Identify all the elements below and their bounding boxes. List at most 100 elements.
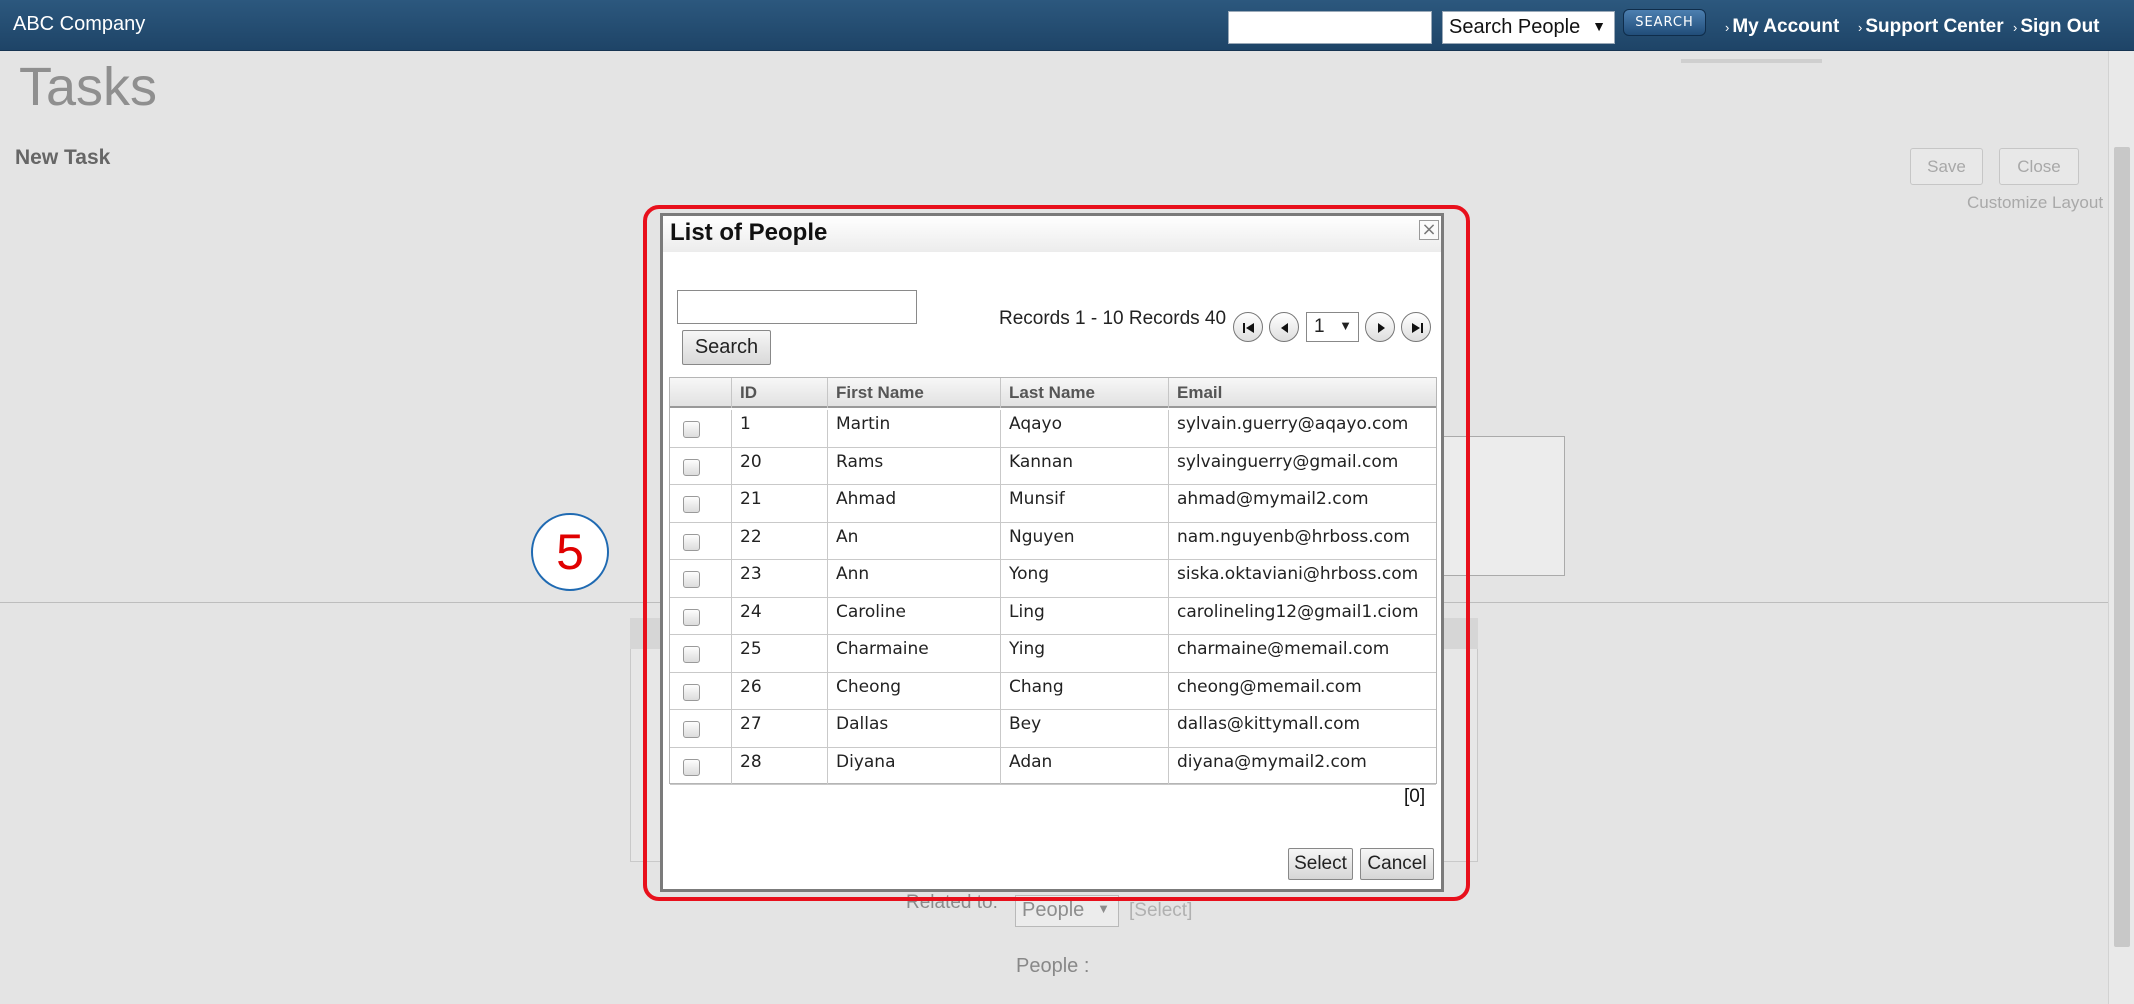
table-header: ID First Name Last Name Email [670,378,1436,408]
row-checkbox-cell [670,410,732,447]
people-label: People : [1016,955,1090,977]
first-page-icon[interactable] [1233,312,1263,342]
top-navigation-bar: ABC Company Search People ▼ SEARCH › My A… [0,0,2134,51]
page-title: Tasks [19,57,158,117]
related-select-link[interactable]: [Select] [1129,900,1192,922]
table-row[interactable]: 1 Martin Aqayo sylvain.guerry@aqayo.com [670,410,1436,448]
cell-id: 22 [732,522,828,560]
customize-layout-link[interactable]: Customize Layout [1967,193,2103,213]
cell-id: 20 [732,447,828,485]
chevron-right-icon: › [1725,20,1730,35]
row-checkbox-cell [670,560,732,597]
cell-first: Cheong [828,672,1001,710]
people-search-input[interactable] [677,290,917,324]
related-to-value: People [1022,899,1085,921]
cell-first: An [828,522,1001,560]
page-scrollbar[interactable] [2108,51,2134,1004]
global-search-input[interactable] [1228,11,1432,44]
next-page-icon[interactable] [1365,312,1395,342]
step-number-marker: 5 [531,513,609,591]
column-header-email[interactable]: Email [1169,378,1436,408]
column-header-first-name[interactable]: First Name [828,378,1001,408]
scrollbar-thumb[interactable] [2114,147,2130,947]
table-row[interactable]: 24 Caroline Ling carolineling12@gmail1.ciom [670,597,1436,635]
selected-count: [0] [1404,786,1426,807]
table-row[interactable]: 22 An Nguyen nam.nguyenb@hrboss.com [670,522,1436,560]
row-checkbox[interactable] [683,458,700,476]
select-button[interactable]: Select [1288,848,1353,880]
cell-first: Martin [828,410,1001,447]
table-row[interactable]: 21 Ahmad Munsif ahmad@mymail2.com [670,485,1436,523]
select-all-column[interactable] [670,378,732,408]
cell-email: carolineling12@gmail1.ciom [1177,601,1419,622]
cell-id: 23 [732,560,828,597]
column-header-id[interactable]: ID [732,378,828,408]
sign-out-link[interactable]: › Sign Out [2013,16,2100,38]
search-scope-select[interactable]: Search People ▼ [1442,11,1615,44]
row-checkbox[interactable] [683,683,700,701]
row-checkbox-cell [670,672,732,710]
company-name[interactable]: ABC Company [13,13,145,36]
table-row[interactable]: 28 Diyana Adan diyana@mymail2.com [670,747,1436,785]
row-checkbox[interactable] [683,571,700,588]
cell-email: cheong@memail.com [1177,676,1362,697]
cell-last: Kannan [1001,447,1169,485]
cell-email: dallas@kittymall.com [1177,714,1361,734]
cell-email: ahmad@mymail2.com [1177,489,1369,509]
tab-hint [1681,59,1822,63]
chevron-down-icon: ▼ [1097,901,1110,916]
row-checkbox[interactable] [683,758,700,776]
close-icon[interactable]: × [1419,220,1439,240]
cell-email: siska.oktaviani@hrboss.com [1177,564,1419,584]
cell-first: Ahmad [828,485,1001,522]
cell-first: Dallas [828,710,1001,747]
row-checkbox[interactable] [683,496,700,513]
cell-first: Ann [828,560,1001,597]
cell-last: Bey [1001,710,1169,747]
row-checkbox[interactable] [683,533,700,551]
row-checkbox-cell [670,635,732,672]
form-subtitle: New Task [15,146,111,169]
table-row[interactable]: 26 Cheong Chang cheong@memail.com [670,672,1436,710]
row-checkbox[interactable] [683,646,700,663]
cell-id: 25 [732,635,828,672]
cell-id: 26 [732,672,828,710]
row-checkbox[interactable] [683,608,700,626]
table-row[interactable]: 23 Ann Yong siska.oktaviani@hrboss.com [670,560,1436,598]
page-number-select[interactable]: 1 ▼ [1306,312,1359,342]
cancel-button[interactable]: Cancel [1360,848,1434,880]
row-checkbox-cell [670,597,732,635]
people-search-button[interactable]: Search [682,330,771,365]
cell-first: Rams [828,447,1001,485]
row-checkbox-cell [670,522,732,560]
cell-first: Caroline [828,597,1001,635]
cell-id: 21 [732,485,828,522]
current-page-value: 1 [1314,316,1325,337]
last-page-icon[interactable] [1401,312,1431,342]
records-summary: Records 1 - 10 Records 40 [999,308,1227,329]
cell-last: Munsif [1001,485,1169,522]
global-search-button[interactable]: SEARCH [1623,9,1706,36]
cell-email: sylvain.guerry@aqayo.com [1177,414,1409,434]
chevron-right-icon: › [1858,20,1863,35]
table-row[interactable]: 20 Rams Kannan sylvainguerry@gmail.com [670,447,1436,485]
table-row[interactable]: 27 Dallas Bey dallas@kittymall.com [670,710,1436,748]
close-button[interactable]: Close [1999,148,2079,185]
cell-last: Aqayo [1001,410,1169,447]
table-row[interactable]: 25 Charmaine Ying charmaine@memail.com [670,635,1436,673]
list-of-people-dialog: List of People × Search Records 1 - 10 R… [660,213,1444,892]
support-center-link[interactable]: › Support Center [1858,16,2004,38]
cell-email: diyana@mymail2.com [1177,751,1367,772]
save-button[interactable]: Save [1910,148,1983,185]
previous-page-icon[interactable] [1269,312,1299,342]
row-checkbox[interactable] [683,421,700,438]
row-checkbox-cell [670,747,732,785]
row-checkbox[interactable] [683,721,700,738]
cell-last: Ying [1001,635,1169,672]
cell-last: Yong [1001,560,1169,597]
column-header-last-name[interactable]: Last Name [1001,378,1169,408]
cell-first: Charmaine [828,635,1001,672]
my-account-link[interactable]: › My Account [1725,16,1839,38]
dialog-header: List of People × [663,216,1441,252]
cell-id: 27 [732,710,828,747]
